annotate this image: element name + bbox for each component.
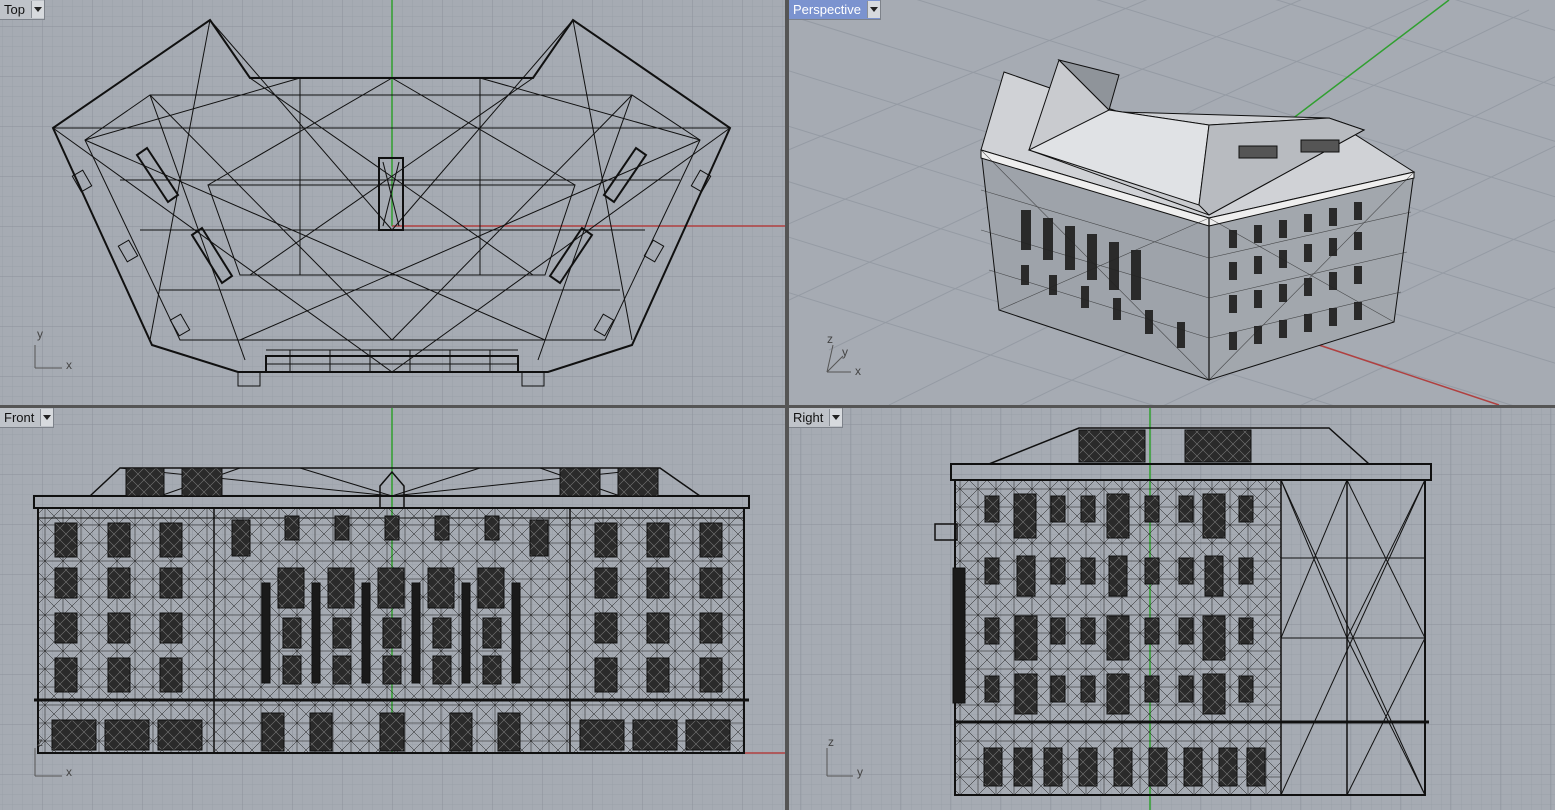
tab-front[interactable]: Front [0,408,55,428]
dropdown-arrow-icon[interactable] [40,409,54,426]
persp-axis-y-label: y [842,345,848,359]
dropdown-arrow-icon[interactable] [829,409,843,426]
persp-axis-z-label: z [827,332,833,346]
viewport-title-perspective: Perspective [793,2,861,17]
viewport-perspective[interactable]: z y x Perspective [789,0,1555,405]
top-axis-v-label: y [37,327,43,341]
viewport-right[interactable]: z y Right [789,408,1555,810]
persp-axis-x-label: x [855,364,861,378]
viewport-front[interactable]: x Front [0,408,785,810]
right-view-canvas[interactable] [789,408,1555,810]
right-axis-h-label: y [857,765,863,779]
front-axis-v-label: z [37,735,43,749]
perspective-view-canvas[interactable] [789,0,1555,405]
dropdown-arrow-icon[interactable] [30,1,44,18]
tab-right[interactable]: Right [789,408,844,428]
viewport-title-top: Top [4,2,25,17]
tab-perspective[interactable]: Perspective [789,0,881,20]
front-axis-h-label: x [66,765,72,779]
top-view-canvas[interactable] [0,0,785,405]
viewport-top[interactable]: y x Top [0,0,785,405]
front-view-canvas[interactable] [0,408,785,810]
dropdown-arrow-icon[interactable] [866,1,880,18]
viewport-title-front: Front [4,410,35,425]
top-axis-h-label: x [66,358,72,372]
viewport-layout: y x Top z y x Perspective x Front z y Ri… [0,0,1555,810]
viewport-title-right: Right [793,410,824,425]
tab-top[interactable]: Top [0,0,45,20]
right-axis-v-label: z [828,735,834,749]
front-building [33,467,750,754]
